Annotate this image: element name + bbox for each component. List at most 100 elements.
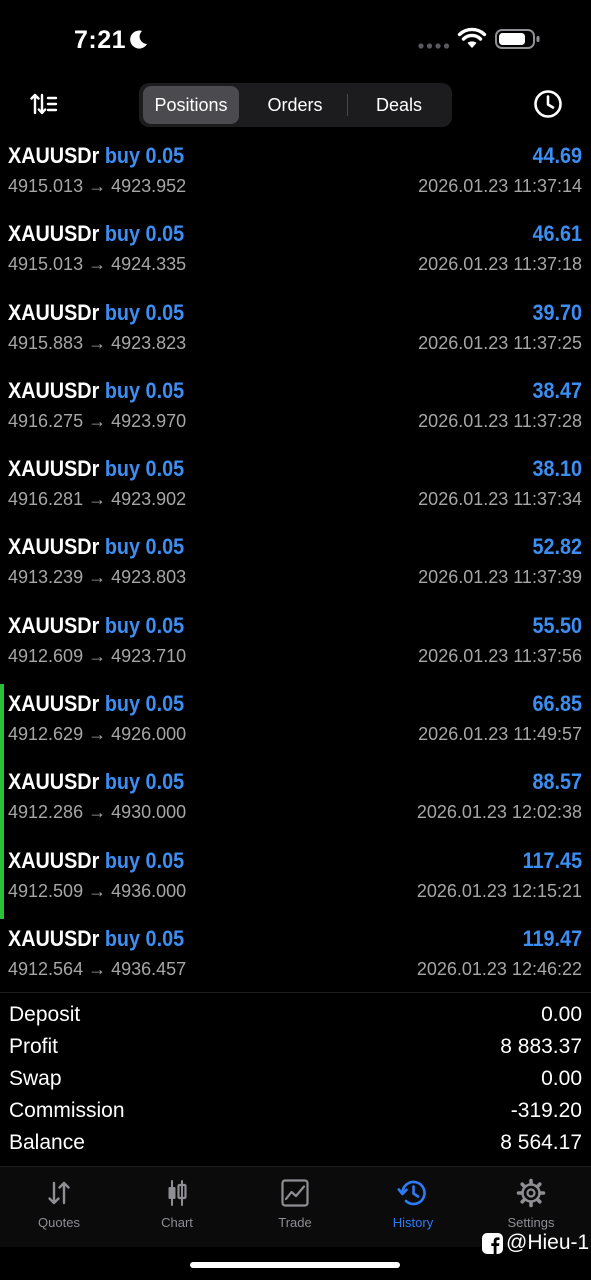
deal-side: buy — [104, 847, 141, 873]
deal-row[interactable]: XAUUSDr buy 0.05 119.47 4912.564 → 4936.… — [0, 919, 591, 997]
deal-close-price: 4923.803 — [111, 567, 187, 588]
gear-icon — [516, 1178, 546, 1208]
deal-row[interactable]: XAUUSDr buy 0.05 46.61 4915.013 → 4924.3… — [0, 214, 591, 292]
deal-symbol: XAUUSDr — [8, 377, 100, 403]
deal-time: 2026.01.23 11:49:57 — [418, 724, 582, 745]
segment-divider — [347, 94, 348, 116]
segmented-control: Positions Orders Deals — [139, 83, 452, 127]
deal-row[interactable]: XAUUSDr buy 0.05 39.70 4915.883 → 4923.8… — [0, 293, 591, 371]
deal-time: 2026.01.23 11:37:14 — [418, 176, 582, 196]
deal-side: buy — [104, 299, 141, 325]
deal-volume: 0.05 — [145, 377, 185, 403]
deal-symbol: XAUUSDr — [8, 612, 100, 638]
tab-orders[interactable]: Orders — [243, 86, 347, 124]
deal-close-price: 4936.457 — [111, 958, 187, 979]
deal-close-price: 4926.000 — [111, 724, 187, 745]
deal-close-price: 4936.000 — [111, 880, 187, 901]
deal-profit: 52.82 — [532, 534, 582, 560]
sort-icon[interactable] — [30, 92, 58, 116]
quotes-arrows-icon — [48, 1181, 70, 1205]
deal-time: 2026.01.23 12:15:21 — [416, 880, 582, 901]
signal-dots-icon — [418, 43, 450, 49]
summary-value: 0.00 — [541, 1003, 582, 1026]
arrow-icon: → — [88, 645, 107, 666]
tab-settings[interactable]: Settings — [472, 1177, 590, 1237]
deal-row[interactable]: XAUUSDr buy 0.05 52.82 4913.239 → 4923.8… — [0, 527, 591, 605]
deal-row[interactable]: XAUUSDr buy 0.05 44.69 4915.013 → 4923.9… — [0, 136, 591, 214]
deal-row[interactable]: XAUUSDr buy 0.05 66.85 4912.629 → 4926.0… — [0, 684, 591, 763]
deal-profit: 46.61 — [532, 221, 582, 247]
toolbar: Positions Orders Deals — [0, 78, 591, 132]
deal-volume: 0.05 — [145, 456, 185, 482]
tab-label: Chart — [161, 1215, 193, 1230]
arrow-icon: → — [88, 489, 107, 510]
history-period-icon[interactable] — [532, 88, 564, 120]
deal-row[interactable]: XAUUSDr buy 0.05 38.10 4916.281 → 4923.9… — [0, 449, 591, 527]
deal-symbol: XAUUSDr — [8, 299, 100, 325]
tab-quotes[interactable]: Quotes — [0, 1177, 118, 1237]
summary-label: Profit — [9, 1035, 59, 1058]
deal-volume: 0.05 — [145, 299, 185, 325]
deal-symbol: XAUUSDr — [8, 847, 100, 873]
deal-side: buy — [104, 534, 141, 560]
deal-profit: 55.50 — [532, 612, 582, 638]
deal-side: buy — [104, 456, 141, 482]
tab-label: Trade — [278, 1215, 312, 1230]
tab-history[interactable]: History — [354, 1177, 472, 1237]
deal-close-price: 4924.335 — [111, 254, 187, 275]
deal-symbol: XAUUSDr — [8, 143, 100, 168]
deal-volume: 0.05 — [145, 769, 185, 795]
watermark-text: @Hieu-1 — [506, 1231, 590, 1254]
deal-profit: 66.85 — [532, 691, 582, 717]
tab-label: History — [392, 1215, 434, 1230]
deal-symbol: XAUUSDr — [8, 456, 100, 482]
summary-label: Commission — [9, 1099, 125, 1122]
deal-marker — [0, 840, 4, 919]
tab-label: Settings — [507, 1215, 555, 1230]
deal-row[interactable]: XAUUSDr buy 0.05 117.45 4912.509 → 4936.… — [0, 840, 591, 919]
summary-row-profit: Profit 8 883.37 — [0, 1032, 591, 1064]
deal-row[interactable]: XAUUSDr buy 0.05 38.47 4916.275 → 4923.9… — [0, 371, 591, 449]
deal-close-price: 4923.952 — [111, 176, 187, 196]
deal-open-price: 4915.013 — [8, 254, 84, 275]
tab-deals[interactable]: Deals — [349, 86, 449, 124]
battery-icon — [495, 29, 540, 49]
deal-side: buy — [104, 769, 141, 795]
summary-value: 8 883.37 — [500, 1035, 582, 1058]
arrow-icon: → — [88, 332, 107, 353]
deal-side: buy — [104, 221, 141, 247]
deal-time: 2026.01.23 11:37:28 — [418, 410, 582, 431]
deal-side: buy — [104, 612, 141, 638]
deal-volume: 0.05 — [145, 221, 185, 247]
candlestick-icon — [168, 1180, 187, 1206]
deal-symbol: XAUUSDr — [8, 925, 100, 951]
deal-profit: 119.47 — [522, 925, 582, 951]
arrow-icon: → — [88, 880, 107, 901]
deal-symbol: XAUUSDr — [8, 534, 100, 560]
deal-open-price: 4915.013 — [8, 176, 84, 196]
deal-side: buy — [104, 143, 141, 168]
deal-time: 2026.01.23 11:37:18 — [418, 254, 582, 275]
arrow-icon: → — [88, 176, 107, 196]
deal-volume: 0.05 — [145, 847, 185, 873]
tab-positions[interactable]: Positions — [143, 86, 239, 124]
deal-time: 2026.01.23 11:37:34 — [418, 489, 582, 510]
deal-volume: 0.05 — [145, 925, 185, 951]
summary-row-deposit: Deposit 0.00 — [0, 1000, 591, 1032]
deal-open-price: 4916.281 — [8, 489, 84, 510]
deal-open-price: 4912.629 — [8, 724, 84, 745]
deal-volume: 0.05 — [145, 143, 185, 168]
arrow-icon: → — [88, 567, 107, 588]
watermark: @Hieu-1 — [482, 1230, 589, 1256]
deal-row[interactable]: XAUUSDr buy 0.05 88.57 4912.286 → 4930.0… — [0, 762, 591, 841]
tab-trade[interactable]: Trade — [236, 1177, 354, 1237]
deal-volume: 0.05 — [145, 534, 185, 560]
deal-row[interactable]: XAUUSDr buy 0.05 55.50 4912.609 → 4923.7… — [0, 606, 591, 684]
deal-symbol: XAUUSDr — [8, 221, 100, 247]
trade-chart-icon — [281, 1179, 309, 1207]
tab-chart[interactable]: Chart — [118, 1177, 236, 1237]
summary-label: Swap — [9, 1067, 62, 1090]
wifi-icon — [457, 27, 487, 48]
arrow-icon: → — [88, 958, 107, 979]
deal-profit: 44.69 — [532, 143, 582, 168]
